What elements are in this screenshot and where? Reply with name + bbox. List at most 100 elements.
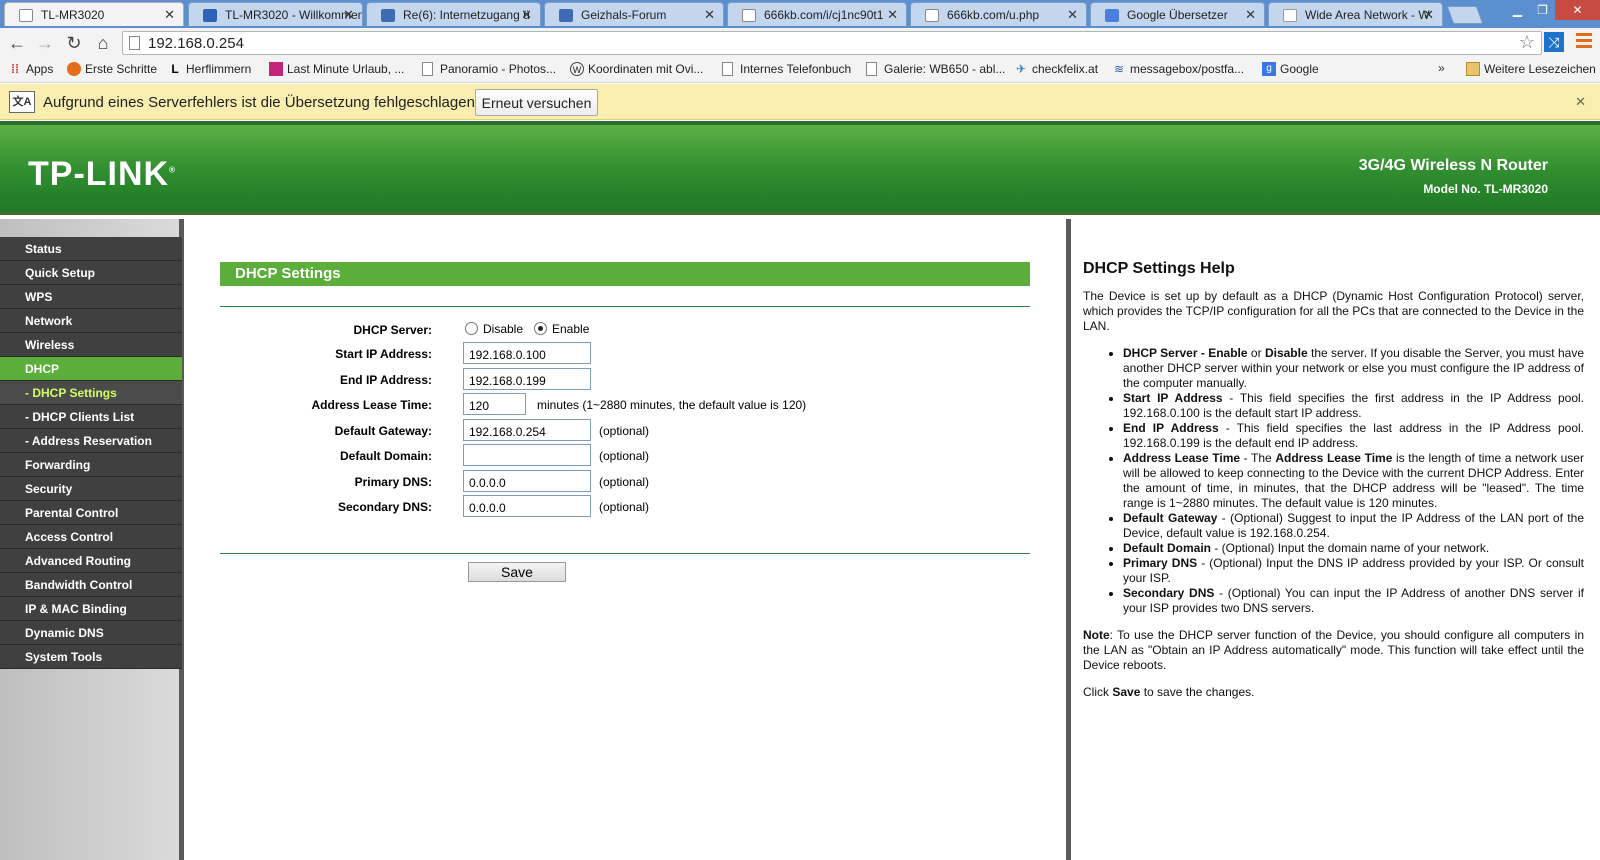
plane-icon: ✈: [1015, 62, 1027, 76]
tab-google-translate[interactable]: Google Übersetzer ✕: [1090, 2, 1265, 26]
message-icon: ≋: [1113, 62, 1125, 76]
menu-item-network[interactable]: Network: [0, 309, 182, 333]
extension-icon[interactable]: ⤨: [1544, 32, 1564, 52]
enable-option[interactable]: Enable: [534, 322, 589, 336]
menu-item-forwarding[interactable]: Forwarding: [0, 453, 182, 477]
translate-error-message: Aufgrund eines Serverfehlers ist die Übe…: [43, 94, 480, 111]
disable-radio[interactable]: [465, 322, 478, 335]
menu-item-dhcp-clients-list[interactable]: - DHCP Clients List: [0, 405, 182, 429]
gateway-input[interactable]: [463, 419, 591, 441]
menu-item-dhcp-settings[interactable]: - DHCP Settings: [0, 381, 182, 405]
close-tab-icon[interactable]: ✕: [887, 7, 898, 23]
menu-item-bandwidth-control[interactable]: Bandwidth Control: [0, 573, 182, 597]
bookmarks-overflow-button[interactable]: »: [1438, 61, 1445, 75]
primary-dns-row: Primary DNS: (optional): [220, 469, 1030, 493]
bookmark-erste-schritte[interactable]: Erste Schritte: [67, 62, 157, 76]
close-tab-icon[interactable]: ✕: [164, 7, 175, 23]
tab-wikipedia-wan[interactable]: Wide Area Network - W ✕: [1268, 2, 1443, 26]
bookmark-apps[interactable]: ⁞⁞ Apps: [8, 62, 53, 76]
menu-item-address-reservation[interactable]: - Address Reservation: [0, 429, 182, 453]
save-button[interactable]: Save: [468, 562, 566, 582]
menu-item-system-tools[interactable]: System Tools: [0, 645, 182, 669]
domain-row: Default Domain: (optional): [220, 443, 1030, 467]
window-close-button[interactable]: ✕: [1555, 0, 1600, 20]
menu-item-parental-control[interactable]: Parental Control: [0, 501, 182, 525]
menu-item-status[interactable]: Status: [0, 237, 182, 261]
secondary-dns-input[interactable]: [463, 495, 591, 517]
primary-dns-input[interactable]: [463, 470, 591, 492]
retry-button[interactable]: Erneut versuchen: [475, 89, 598, 116]
new-tab-button[interactable]: [1446, 6, 1484, 24]
help-save-hint: Click Save to save the changes.: [1083, 685, 1255, 699]
end-ip-label: End IP Address:: [339, 373, 432, 387]
help-panel: DHCP Settings Help The Device is set up …: [1071, 219, 1600, 860]
close-tab-icon[interactable]: ✕: [521, 7, 532, 23]
bookmark-telefonbuch[interactable]: Internes Telefonbuch: [722, 62, 851, 76]
dhcp-settings-panel: DHCP Settings DHCP Server: Disable Enabl…: [188, 219, 1066, 860]
enable-radio[interactable]: [534, 322, 547, 335]
bookmark-herflimmern[interactable]: L Herflimmern: [168, 62, 251, 76]
bookmark-last-minute[interactable]: Last Minute Urlaub, ...: [269, 62, 404, 76]
divider: [220, 553, 1030, 554]
menu-item-ip-mac-binding[interactable]: IP & MAC Binding: [0, 597, 182, 621]
bookmark-koordinaten[interactable]: W Koordinaten mit Ovi...: [570, 62, 703, 76]
close-tab-icon[interactable]: ✕: [704, 7, 715, 23]
menu-item-wps[interactable]: WPS: [0, 285, 182, 309]
gateway-row: Default Gateway: (optional): [220, 418, 1030, 442]
menu-item-dhcp[interactable]: DHCP: [0, 357, 182, 381]
bookmark-star-icon[interactable]: ☆: [1519, 32, 1535, 53]
bookmark-panoramio[interactable]: Panoramio - Photos...: [422, 62, 556, 76]
optional-note: (optional): [599, 424, 650, 438]
start-ip-input[interactable]: [463, 342, 591, 364]
lease-time-input[interactable]: [463, 393, 526, 415]
section-title: DHCP Settings: [220, 262, 1030, 286]
menu-item-advanced-routing[interactable]: Advanced Routing: [0, 549, 182, 573]
menu-item-wireless[interactable]: Wireless: [0, 333, 182, 357]
other-bookmarks[interactable]: Weitere Lesezeichen: [1466, 62, 1596, 76]
maximize-button[interactable]: ❐: [1530, 0, 1555, 20]
page-icon: [866, 62, 877, 76]
tab-666kb-upload[interactable]: 666kb.com/u.php ✕: [910, 2, 1087, 26]
browser-menu-icon[interactable]: [1576, 33, 1592, 51]
tab-tl-mr3020-welcome[interactable]: TL-MR3020 - Willkommen ✕: [188, 2, 363, 26]
page-icon: [19, 9, 33, 22]
bookmark-messagebox[interactable]: ≋ messagebox/postfa...: [1112, 62, 1244, 76]
address-bar[interactable]: 192.168.0.254 ☆: [122, 31, 1542, 55]
lease-time-row: Address Lease Time: minutes (1~2880 minu…: [220, 392, 1030, 416]
page-icon: [129, 36, 140, 50]
tab-tl-mr3020[interactable]: TL-MR3020 ✕: [4, 2, 184, 26]
home-icon[interactable]: ⌂: [92, 32, 114, 54]
close-tab-icon[interactable]: ✕: [1245, 7, 1256, 23]
bookmark-galerie[interactable]: Galerie: WB650 - abl...: [866, 62, 1005, 76]
help-list: DHCP Server - Enable or Disable the serv…: [1123, 346, 1584, 616]
bookmark-checkfelix[interactable]: ✈ checkfelix.at: [1014, 62, 1098, 76]
help-item: Primary DNS - (Optional) Input the DNS I…: [1123, 556, 1584, 586]
close-tab-icon[interactable]: ✕: [343, 7, 354, 23]
close-icon[interactable]: ✕: [1575, 94, 1586, 110]
menu-item-quick-setup[interactable]: Quick Setup: [0, 261, 182, 285]
domain-input[interactable]: [463, 444, 591, 466]
page-icon: [722, 62, 733, 76]
translate-infobar: 文A Aufgrund eines Serverfehlers ist die …: [0, 84, 1600, 120]
menu-item-security[interactable]: Security: [0, 477, 182, 501]
minimize-button[interactable]: ▁: [1505, 0, 1530, 20]
menu-item-dynamic-dns[interactable]: Dynamic DNS: [0, 621, 182, 645]
reload-icon[interactable]: ↻: [63, 32, 85, 54]
tab-geizhals-forum[interactable]: Geizhals-Forum ✕: [544, 2, 724, 26]
secondary-dns-label: Secondary DNS:: [337, 500, 432, 514]
back-icon[interactable]: ←: [6, 32, 28, 54]
browser-toolbar: ← → ↻ ⌂ 192.168.0.254 ☆ ⤨: [0, 28, 1600, 58]
close-tab-icon[interactable]: ✕: [1067, 7, 1078, 23]
close-tab-icon[interactable]: ✕: [1423, 7, 1434, 23]
translate-icon: 文A: [9, 91, 35, 113]
tab-666kb-image[interactable]: 666kb.com/i/cj1nc90t1 ✕: [727, 2, 907, 26]
bookmark-google[interactable]: g Google: [1262, 62, 1319, 76]
end-ip-input[interactable]: [463, 368, 591, 390]
menu-item-access-control[interactable]: Access Control: [0, 525, 182, 549]
help-intro: The Device is set up by default as a DHC…: [1083, 289, 1584, 333]
disable-option[interactable]: Disable: [465, 322, 523, 336]
forward-icon[interactable]: →: [34, 32, 56, 54]
tab-forum-thread[interactable]: Re(6): Internetzugang ü ✕: [366, 2, 541, 26]
url-text[interactable]: 192.168.0.254: [148, 35, 244, 52]
page-icon: [742, 9, 756, 22]
